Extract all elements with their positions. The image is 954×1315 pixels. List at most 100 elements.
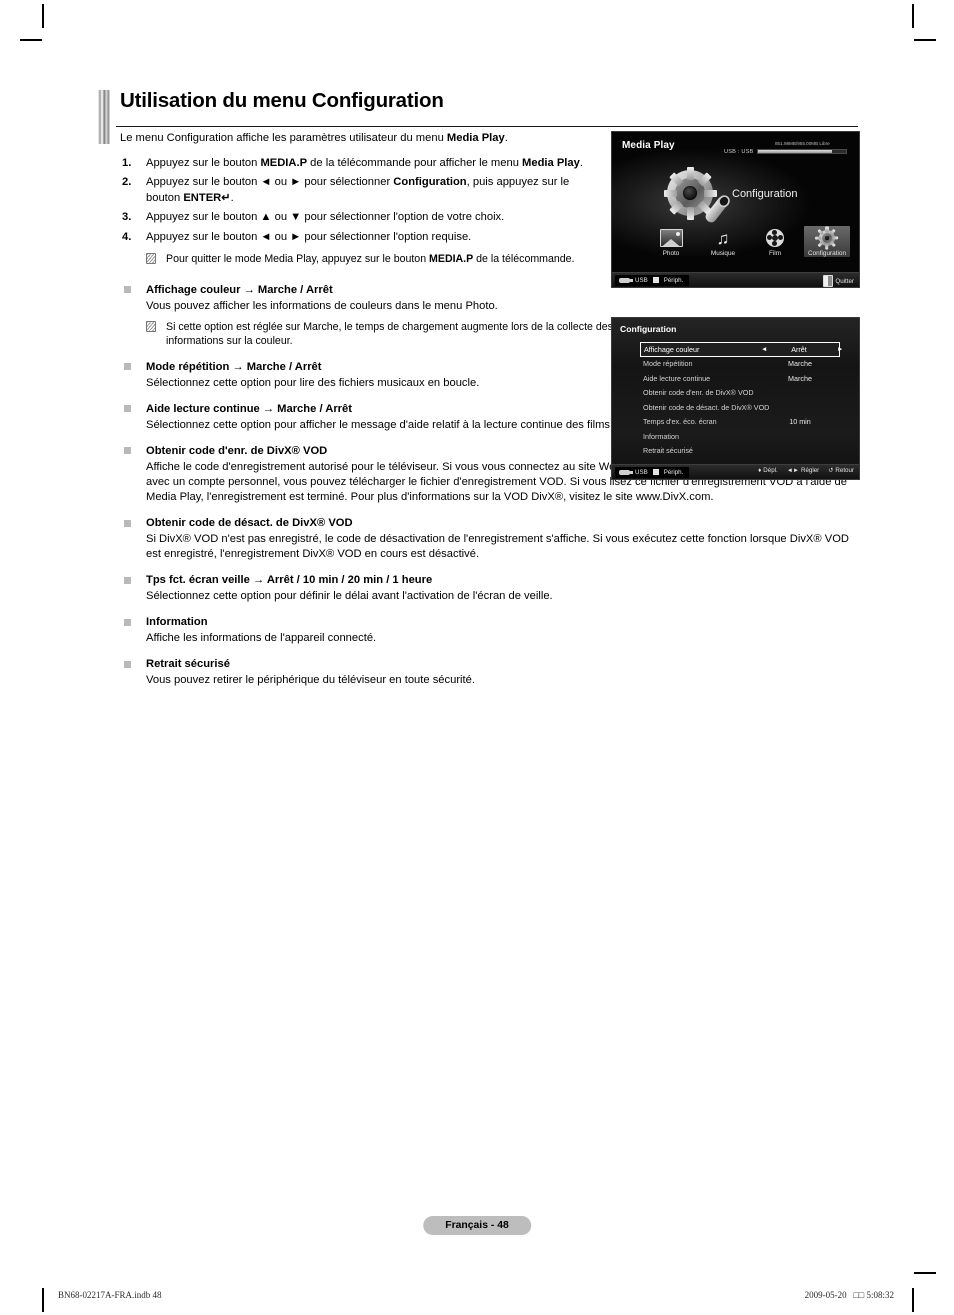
config-hint: ♦ Dépl. [758, 467, 778, 474]
bullet-square-icon [124, 405, 131, 413]
step-note: Pour quitter le mode Media Play, appuyez… [146, 252, 596, 266]
step-item: 1. Appuyez sur le bouton MEDIA.P de la té… [120, 156, 606, 171]
emphasis: Media Play [522, 156, 580, 169]
config-row-label: Information [643, 431, 679, 441]
config-row-label: Aide lecture continue [643, 373, 711, 383]
step-item: 3. Appuyez sur le bouton ▲ ou ▼ pour séle… [120, 210, 606, 225]
bullet-square-icon [124, 519, 131, 527]
config-row[interactable]: Aide lecture continue Marche [640, 371, 840, 386]
osd-usb-label: USB : USB [724, 149, 754, 155]
osd-footer-source-chip: USB Périph. [615, 274, 690, 286]
step-item: 2. Appuyez sur le bouton ◄ ou ► pour séle… [120, 175, 606, 206]
osd-storage-bar [757, 149, 847, 154]
option-description: Vous pouvez afficher les informations de… [146, 299, 498, 312]
osd-icon-row: Photo ♫ Musique Film Configuration [648, 226, 853, 266]
page-header: Utilisation du menu Configuration [98, 88, 858, 144]
emphasis: MEDIA.P [429, 253, 474, 266]
icon-glyph [752, 226, 798, 250]
option-note-text: Si cette option est réglée sur Marche, l… [166, 320, 613, 348]
option-heading: Obtenir code de désact. de DivX® VOD [146, 517, 353, 530]
option-heading: Tps fct. écran veille → Arrêt / 10 min /… [146, 574, 433, 587]
hint-glyph-icon: ♦ [758, 467, 762, 474]
option-description: Vous pouvez retirer le périphérique du t… [146, 674, 475, 687]
option-item: Retrait sécurisé Vous pouvez retirer le p… [120, 657, 860, 688]
print-file-name: BN68-02217A-FRA.indb 48 [58, 1290, 162, 1300]
config-row-value: 10 min [789, 417, 811, 427]
bullet-square-icon [124, 576, 131, 584]
bullet-square-icon [124, 660, 131, 668]
photo-icon [659, 229, 683, 247]
hint-glyph-icon: ↺ [828, 467, 834, 474]
step-text: Appuyez sur le bouton ▲ ou ▼ pour sélect… [146, 211, 505, 224]
crop-mark-bottom-right-horizontal [914, 1272, 936, 1274]
option-description: Sélectionnez cette option pour lire des … [146, 376, 480, 389]
config-row[interactable]: Temps d'ex. éco. écran 10 min [640, 415, 840, 430]
gear-body [663, 166, 717, 220]
option-item: Obtenir code de désact. de DivX® VOD Si D… [120, 516, 860, 562]
device-icon [652, 469, 659, 475]
media-play-icon-film[interactable]: Film [752, 226, 798, 257]
config-row[interactable]: Obtenir code de désact. de DivX® VOD [640, 400, 840, 415]
option-description: Sélectionnez cette option pour définir l… [146, 590, 553, 603]
media-play-icon-configuration[interactable]: Configuration [804, 226, 850, 257]
option-description: Sélectionnez cette option pour afficher … [146, 418, 614, 431]
emphasis: Media Play [446, 132, 505, 144]
osd-footer-usb-label: USB [635, 276, 648, 284]
config-row-label: Obtenir code d'enr. de DivX® VOD [643, 388, 754, 398]
config-row[interactable]: Retrait sécurisé [640, 444, 840, 459]
icon-label: Film [768, 250, 782, 257]
config-row-label: Affichage couleur [644, 344, 700, 354]
config-row[interactable]: Mode répétition Marche [640, 357, 840, 372]
osd-footer-exit-label: Quitter [835, 277, 854, 285]
osd-footer-hints: Quitter [823, 275, 854, 287]
usb-icon [619, 277, 633, 283]
title-accent-bar [98, 90, 110, 144]
usb-icon [619, 469, 633, 475]
step-text: Appuyez sur le bouton MEDIA.P de la télé… [146, 156, 583, 169]
crop-mark-bottom-left-vertical [42, 1288, 44, 1312]
film-reel-icon [766, 229, 784, 247]
config-row[interactable]: Information [640, 429, 840, 444]
note-pencil-icon [146, 253, 156, 265]
osd-title: Media Play [622, 140, 675, 151]
exit-hint: Quitter [823, 275, 854, 287]
step-text: Appuyez sur le bouton ◄ ou ► pour sélect… [146, 176, 570, 204]
config-hint: ↺ Retour [828, 467, 854, 474]
left-arrow-icon[interactable]: ◄ [761, 346, 767, 353]
media-play-icon-photo[interactable]: Photo [648, 226, 694, 257]
note-pencil-icon [146, 320, 156, 332]
osd-hero-label: Configuration [732, 188, 798, 200]
print-timestamp: 2009-05-20 □□ 5:08:32 [804, 1290, 894, 1300]
bullet-square-icon [124, 286, 131, 294]
option-heading: Retrait sécurisé [146, 658, 230, 671]
config-row-label: Obtenir code de désact. de DivX® VOD [643, 402, 770, 412]
icon-label: Configuration [807, 250, 846, 257]
osd-footer-bar: USB Périph. Quitter [612, 272, 859, 287]
music-note-icon: ♫ [716, 228, 730, 248]
gear-icon-large [663, 166, 730, 225]
config-row[interactable]: Affichage couleur ◄ Arrêt ► [640, 342, 843, 357]
step-number: 2. [122, 176, 132, 189]
icon-glyph: ♫ [700, 226, 746, 250]
media-play-icon-musique[interactable]: ♫ Musique [700, 226, 746, 258]
config-footer-usb-label: USB [635, 468, 648, 476]
step-item: 4. Appuyez sur le bouton ◄ ou ► pour séle… [120, 230, 606, 245]
hint-label: Dépl. [763, 467, 778, 474]
bullet-square-icon [124, 363, 131, 371]
intro-paragraph: Le menu Configuration affiche les paramè… [120, 132, 508, 144]
emphasis: ENTER [183, 191, 222, 204]
crop-mark-top-right-vertical [912, 4, 914, 28]
config-osd-list: Affichage couleur ◄ Arrêt ► Mode répétition M… [640, 342, 843, 459]
step-number: 3. [122, 211, 132, 224]
crop-mark-bottom-right-vertical [912, 1288, 914, 1312]
step-note-text: Pour quitter le mode Media Play, appuyez… [166, 253, 575, 266]
config-row[interactable]: Obtenir code d'enr. de DivX® VOD [640, 386, 840, 401]
icon-label: Photo [662, 250, 680, 257]
option-note: Si cette option est réglée sur Marche, l… [146, 320, 636, 349]
emphasis: Configuration [393, 176, 467, 189]
config-row-value: Marche [788, 359, 812, 369]
media-play-osd-screenshot: Media Play USB : USB 851.98MB/955.00MB L… [611, 131, 860, 288]
osd-footer-device-label: Périph. [663, 276, 684, 284]
emphasis: MEDIA.P [260, 156, 308, 169]
right-arrow-icon[interactable]: ► [837, 346, 843, 353]
